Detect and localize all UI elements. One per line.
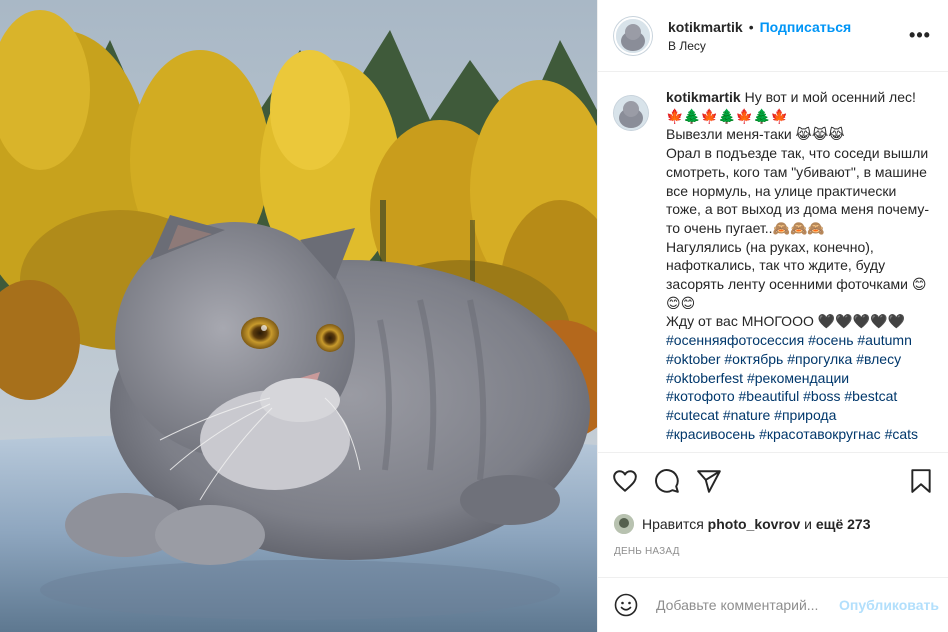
smiley-icon: [614, 593, 638, 617]
liker-username[interactable]: photo_kovrov: [708, 516, 801, 532]
header-text: kotikmartik • Подписаться В Лесу: [668, 18, 908, 54]
likes-prefix: Нравится: [642, 516, 704, 532]
share-button[interactable]: [694, 466, 724, 496]
emoji-button[interactable]: [614, 592, 638, 618]
caption-avatar[interactable]: [614, 96, 648, 130]
cat-in-autumn-forest-image: [0, 0, 597, 632]
hashtag-line[interactable]: #красивосень #красотавокругнас #cats: [666, 425, 934, 444]
hashtag-line[interactable]: #cutecat #nature #природа: [666, 406, 934, 425]
author-avatar[interactable]: [614, 16, 652, 55]
caption-row: kotikmartik Ну вот и мой осенний лес! 🍁🌲…: [614, 88, 934, 443]
heart-icon: [613, 469, 637, 492]
hashtag-line[interactable]: #котофото #beautiful #boss #bestcat: [666, 387, 934, 406]
caption-line: Вывезли меня-таки 😹😹😹: [666, 126, 845, 143]
likes-and: и: [804, 516, 812, 532]
like-button[interactable]: [610, 466, 640, 496]
caption-line: Нагулялись (на руках, конечно), нафоткал…: [666, 238, 927, 311]
post-photo[interactable]: [0, 0, 597, 632]
hashtag-line[interactable]: #oktober #октябрь #прогулка #влесу: [666, 350, 934, 369]
publish-comment-button[interactable]: Опубликовать: [839, 597, 939, 613]
likes-summary: Нравится photo_kovrov и ещё 273: [614, 514, 932, 534]
caption-area: kotikmartik Ну вот и мой осенний лес! 🍁🌲…: [598, 72, 948, 451]
caption-line: Ну вот и мой осенний лес!: [744, 89, 916, 105]
comment-button[interactable]: [652, 466, 682, 496]
author-username[interactable]: kotikmartik: [668, 19, 743, 35]
location-link[interactable]: В Лесу: [668, 38, 908, 54]
hashtag-line[interactable]: #oktoberfest #рекомендации: [666, 369, 934, 388]
comment-bar: Опубликовать: [598, 577, 948, 632]
post-side-panel: kotikmartik • Подписаться В Лесу ••• kotik…: [597, 0, 948, 632]
avatar-image: [614, 514, 634, 534]
separator-dot: •: [748, 18, 754, 35]
bookmark-icon: [911, 468, 931, 493]
post-timestamp[interactable]: День назад: [614, 546, 680, 557]
caption-username[interactable]: kotikmartik: [666, 89, 741, 105]
avatar-image: [616, 18, 650, 53]
caption-text: kotikmartik Ну вот и мой осенний лес! 🍁🌲…: [666, 88, 934, 443]
action-bar: [598, 452, 948, 508]
hashtag-line[interactable]: #осенняяфотосессия #осень #autumn: [666, 331, 934, 350]
comment-icon: [655, 468, 679, 493]
avatar-image: [614, 96, 648, 130]
instagram-post: kotikmartik • Подписаться В Лесу ••• kotik…: [0, 0, 948, 632]
caption-line: Жду от вас МНОГООО 🖤🖤🖤🖤🖤: [666, 313, 905, 330]
more-options-icon[interactable]: •••: [908, 25, 932, 46]
follow-button[interactable]: Подписаться: [760, 19, 852, 35]
liker-avatar[interactable]: [614, 514, 634, 534]
likes-count-link[interactable]: ещё 273: [816, 516, 871, 532]
header-line: kotikmartik • Подписаться: [668, 18, 908, 36]
caption-line: Орал в подъезде так, что соседи вышли см…: [666, 145, 933, 236]
save-button[interactable]: [906, 466, 936, 496]
comment-input[interactable]: [654, 596, 839, 614]
post-header: kotikmartik • Подписаться В Лесу •••: [598, 0, 948, 72]
caption-line: 🍁🌲🍁🌲🍁🌲🍁: [666, 107, 789, 124]
share-icon: [697, 469, 721, 493]
